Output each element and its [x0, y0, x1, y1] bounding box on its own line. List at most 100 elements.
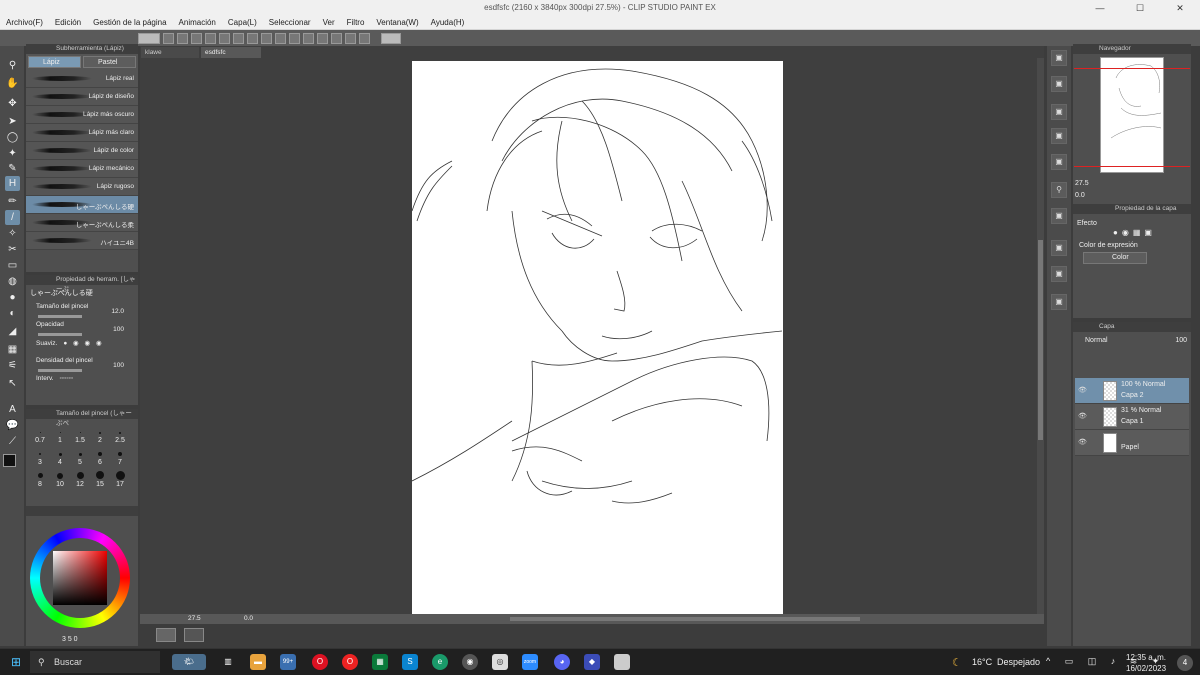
material-icon-8[interactable]: ▣: [1051, 266, 1067, 282]
layer-opacity-value[interactable]: 100: [1175, 337, 1187, 344]
brush-size-row[interactable]: Tamaño del pincel 12.0: [26, 303, 138, 321]
help-icon[interactable]: [381, 32, 401, 44]
brush-size-preset[interactable]: 7: [110, 445, 130, 467]
gradient-tool-icon[interactable]: ◐: [5, 306, 20, 321]
brush-size-preset[interactable]: 12: [70, 467, 90, 489]
frame-tool-icon[interactable]: ▦: [5, 342, 20, 357]
minimize-button[interactable]: —: [1080, 0, 1120, 16]
correct-line-tool-icon[interactable]: ↖: [5, 376, 20, 391]
layer-item-capa-1[interactable]: 👁 31 % Normal Capa 1: [1075, 404, 1189, 430]
brush-item[interactable]: Lápiz de diseño: [26, 88, 138, 106]
doc-tab-klawe[interactable]: klawe: [141, 47, 199, 58]
windows-start-icon[interactable]: ⊞: [8, 654, 24, 670]
brush-item[interactable]: しゃーぷぺんしる柔: [26, 214, 138, 232]
timeline-icon[interactable]: [156, 628, 176, 642]
clip-studio-taskbar-icon[interactable]: ◎: [492, 654, 508, 670]
brush-item[interactable]: Lápiz más claro: [26, 124, 138, 142]
crop-icon[interactable]: [303, 32, 314, 44]
scrollbar-thumb[interactable]: [1038, 240, 1043, 440]
material-icon-9[interactable]: ▣: [1051, 294, 1067, 310]
brush-item[interactable]: ハイユニ4B: [26, 232, 138, 250]
opera-gx-icon[interactable]: O: [312, 654, 328, 670]
brush-size-preset[interactable]: 1: [50, 423, 70, 445]
lasso-tool-icon[interactable]: ◯: [5, 130, 20, 145]
brush-size-preset[interactable]: 10: [50, 467, 70, 489]
media-player-icon[interactable]: ◉: [462, 654, 478, 670]
blend-mode-select[interactable]: Normal: [1085, 337, 1108, 344]
brush-density-row[interactable]: Densidad del pincel 100: [26, 357, 138, 375]
discord-icon[interactable]: ◕: [554, 654, 570, 670]
save-icon[interactable]: [191, 32, 202, 44]
brush-size-preset[interactable]: 2: [90, 423, 110, 445]
transform-icon[interactable]: [247, 32, 258, 44]
grid-snap-icon[interactable]: [359, 32, 370, 44]
clock-time[interactable]: 12:35 a. m.: [1126, 653, 1166, 662]
material-icon-6[interactable]: ▣: [1051, 208, 1067, 224]
layer-item-capa-2[interactable]: 👁 100 % Normal Capa 2: [1075, 378, 1189, 404]
brush-item-selected[interactable]: しゃーぷぺんしる硬: [26, 196, 138, 214]
scale-icon[interactable]: [261, 32, 272, 44]
navigator-zoom[interactable]: 27.5: [1075, 180, 1089, 187]
menu-edicion[interactable]: Edición: [55, 18, 81, 27]
opera-icon[interactable]: O: [342, 654, 358, 670]
material-icon-2[interactable]: ▣: [1051, 76, 1067, 92]
tab-lapiz[interactable]: Lápiz: [28, 56, 81, 68]
app-icon[interactable]: ◆: [584, 654, 600, 670]
fill-selection-icon[interactable]: [317, 32, 328, 44]
airbrush-tool-icon[interactable]: ✧: [5, 226, 20, 241]
menu-filtro[interactable]: Filtro: [347, 18, 365, 27]
navigator-angle[interactable]: 0.0: [1075, 192, 1085, 199]
redo-icon[interactable]: [219, 32, 230, 44]
edge-icon[interactable]: e: [432, 654, 448, 670]
special-ruler-icon[interactable]: [345, 32, 356, 44]
brush-item[interactable]: Lápiz más oscuro: [26, 106, 138, 124]
expression-color-select[interactable]: Color: [1083, 252, 1147, 264]
menu-seleccionar[interactable]: Seleccionar: [269, 18, 311, 27]
visibility-eye-icon[interactable]: 👁: [1078, 438, 1087, 446]
clock-date[interactable]: 16/02/2023: [1126, 664, 1166, 673]
menu-archivo[interactable]: Archivo(F): [6, 18, 43, 27]
invert-selection-icon[interactable]: [289, 32, 300, 44]
brush-size-preset[interactable]: 3: [30, 445, 50, 467]
material-icon-7[interactable]: ▣: [1051, 240, 1067, 256]
notification-badge[interactable]: 4: [1177, 655, 1193, 671]
smoothing-row[interactable]: Suaviz. ● ◉ ◉ ◉: [26, 339, 138, 357]
menu-capa[interactable]: Capa(L): [228, 18, 257, 27]
visibility-eye-icon[interactable]: 👁: [1078, 412, 1087, 420]
deselect-icon[interactable]: [275, 32, 286, 44]
line-correction-tool-icon[interactable]: ⟋: [5, 434, 20, 449]
open-file-icon[interactable]: [177, 32, 188, 44]
interval-row[interactable]: Interv. ◦◦◦◦◦◦: [26, 375, 138, 393]
material-icon-4[interactable]: ▣: [1051, 128, 1067, 144]
animation-icon[interactable]: [184, 628, 204, 642]
layer-item-papel[interactable]: 👁 Papel: [1075, 430, 1189, 456]
brush-size-preset[interactable]: 15: [90, 467, 110, 489]
material-icon-3[interactable]: ▣: [1051, 104, 1067, 120]
brush-size-preset[interactable]: 17: [110, 467, 130, 489]
menu-gestion-pagina[interactable]: Gestión de la página: [93, 18, 166, 27]
close-button[interactable]: ✕: [1160, 0, 1200, 16]
brush-size-preset[interactable]: 0.7: [30, 423, 50, 445]
ruler-snap-icon[interactable]: [331, 32, 342, 44]
operation-tool-icon[interactable]: ➤: [5, 114, 20, 129]
new-file-icon[interactable]: [163, 32, 174, 44]
undo-icon[interactable]: [205, 32, 216, 44]
store-icon[interactable]: ▦: [372, 654, 388, 670]
brush-item[interactable]: Lápiz mecánico: [26, 160, 138, 178]
opacity-row[interactable]: Opacidad 100: [26, 321, 138, 339]
fill-tool-icon[interactable]: ●: [5, 290, 20, 305]
menu-ventana[interactable]: Ventana(W): [376, 18, 418, 27]
brush-tool-icon[interactable]: /: [5, 210, 20, 225]
brush-size-preset[interactable]: 4: [50, 445, 70, 467]
ruler-tool-icon[interactable]: ⚟: [5, 358, 20, 373]
figure-tool-icon[interactable]: ◢: [5, 324, 20, 339]
hand-tool-icon[interactable]: ✋: [5, 76, 20, 91]
canvas-angle-value[interactable]: 0.0: [244, 615, 253, 622]
pencil-tool-icon[interactable]: ✏: [5, 194, 20, 209]
search-layer-icon[interactable]: ⚲: [1051, 182, 1067, 198]
mail-icon[interactable]: 99+: [280, 654, 296, 670]
navigator-thumbnail[interactable]: [1100, 57, 1164, 173]
canvas-zoom-value[interactable]: 27.5: [188, 615, 201, 622]
brush-item[interactable]: Lápiz rugoso: [26, 178, 138, 196]
menu-ayuda[interactable]: Ayuda(H): [431, 18, 465, 27]
